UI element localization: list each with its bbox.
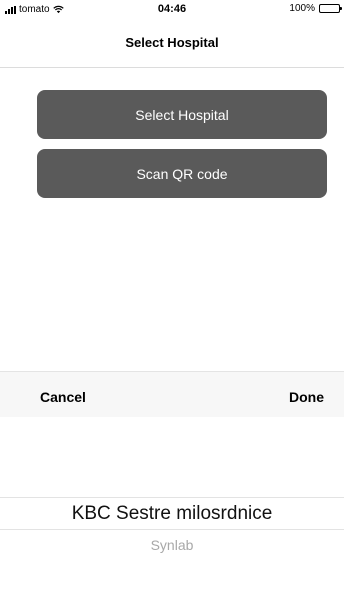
status-bar: tomato 04:46 100% — [0, 0, 344, 18]
nav-divider — [0, 67, 344, 68]
picker-selection-line-top — [0, 497, 344, 498]
battery-percent: 100% — [289, 3, 315, 14]
picker-selection-line-bottom — [0, 529, 344, 530]
battery-icon — [319, 4, 342, 13]
page-title: Select Hospital — [125, 35, 219, 50]
select-hospital-button[interactable]: Select Hospital — [37, 90, 327, 139]
picker-option[interactable]: Synlab — [0, 537, 344, 553]
battery-status: 100% — [289, 3, 342, 14]
scan-qr-code-button[interactable]: Scan QR code — [37, 149, 327, 198]
picker-toolbar: Cancel Done — [0, 371, 344, 417]
done-button[interactable]: Done — [289, 389, 324, 405]
picker-selected-option[interactable]: KBC Sestre milosrdnice — [0, 503, 344, 525]
cancel-button[interactable]: Cancel — [40, 389, 86, 405]
hospital-picker[interactable]: KBC Sestre milosrdnice Synlab — [0, 417, 344, 610]
